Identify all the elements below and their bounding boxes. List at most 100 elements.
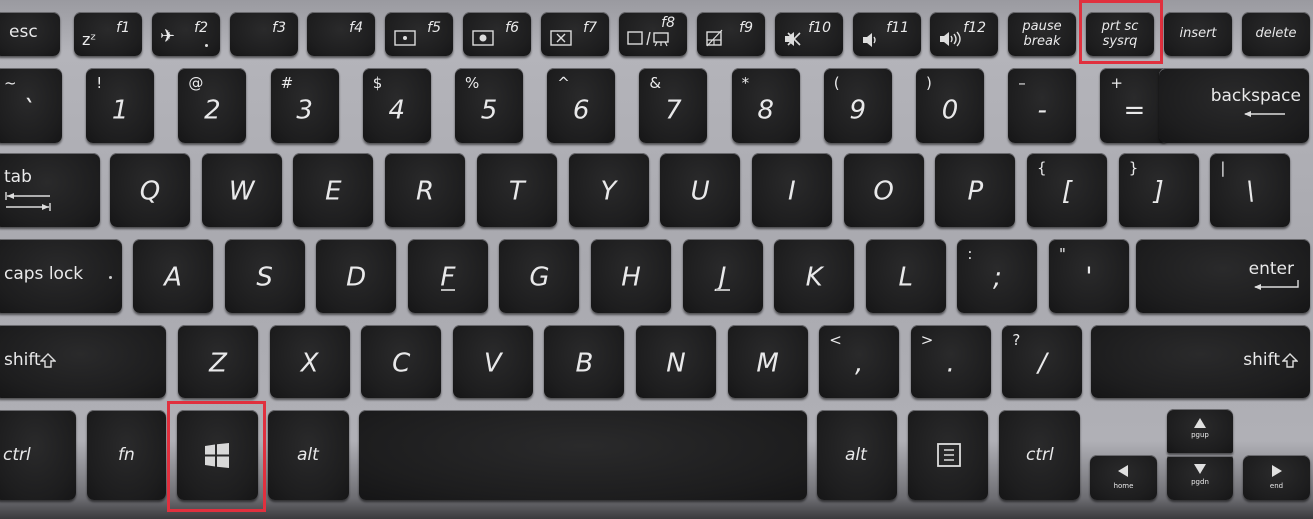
key-alt-left[interactable]: alt [268,410,349,500]
key-space[interactable] [359,410,807,500]
key-arrow-up-pgup[interactable]: pgup [1167,409,1233,453]
key-z[interactable]: Z [178,325,258,398]
key-symbol[interactable]: ' " [1049,239,1129,313]
key-1[interactable]: 1! [86,68,155,143]
key-label: pause [1022,19,1062,34]
key-f4[interactable]: f4 [307,12,375,56]
key-alt-right[interactable]: alt [817,410,897,500]
key-label: alt [845,445,867,465]
key-main-label: Z [209,348,227,378]
key-x[interactable]: X [269,325,350,398]
indicator-dot [205,44,208,47]
key-arrow-left-home[interactable]: home [1090,455,1157,500]
key-m[interactable]: M [727,325,808,398]
key-p[interactable]: P [935,153,1016,227]
key-k[interactable]: K [774,239,855,313]
key-f12[interactable]: f12 [930,12,998,56]
key-a[interactable]: A [133,239,213,313]
key-f9[interactable]: f9 [697,12,765,56]
key-ctrl-right[interactable]: ctrl [999,410,1080,500]
key-esc[interactable]: esc [0,12,60,56]
key-9[interactable]: 9( [823,68,892,143]
key-symbol[interactable]: /? [1002,325,1083,398]
key-main-label: O [873,176,894,207]
key-tab[interactable]: tab [0,153,100,227]
key-3[interactable]: 3 # [270,68,339,143]
key-f7[interactable]: f7 [541,12,609,56]
fn-label: f3 [272,20,286,36]
key-fn[interactable]: fn [87,410,166,500]
key-5[interactable]: 5% [455,68,523,143]
key-f[interactable]: F [407,239,488,313]
key-label: end [1269,482,1284,490]
key-symbol[interactable]: ]} [1118,153,1199,227]
key-symbol[interactable]: ` ~ [0,68,62,143]
key-print-screen[interactable]: prt sc sysrq [1086,12,1154,56]
key-label: insert [1179,26,1217,41]
key-o[interactable]: O [843,153,924,227]
key-f2[interactable]: ✈ f2 [152,12,220,56]
key-y[interactable]: Y [568,153,649,227]
key-arrow-right-end[interactable]: end [1243,455,1310,500]
key-j[interactable]: J [682,239,763,313]
key-symbol[interactable]: . > [910,325,991,398]
key-2[interactable]: 2 @ [178,68,247,143]
key-c[interactable]: C [361,325,442,398]
shift-arrow-icon [40,353,56,368]
key-f5[interactable]: f5 [385,12,453,56]
key-ctrl-left[interactable]: ctrl [0,410,76,500]
key-pause-break[interactable]: pause break [1008,12,1076,56]
key-delete[interactable]: delete [1242,12,1310,56]
key-b[interactable]: B [544,325,625,398]
arrow-up-icon [1194,418,1206,428]
key-i[interactable]: I [751,153,832,227]
key-6[interactable]: 6 ^ [547,68,616,143]
fn-label: f8 [661,15,675,31]
key-f11[interactable]: f11 [853,12,921,56]
key-n[interactable]: N [636,325,716,398]
key-symbol[interactable]: , < [819,325,900,398]
key-main-label: F [440,262,456,293]
key-7[interactable]: 7 & [639,68,708,143]
key-arrow-down-pgdn[interactable]: pgdn [1167,456,1233,500]
key-u[interactable]: U [660,153,741,227]
key-w[interactable]: W [201,153,282,227]
key-f6[interactable]: f6 [463,12,531,56]
key-8[interactable]: 8 * [731,68,800,143]
key-4[interactable]: 4 $ [362,68,431,143]
key-shift-left[interactable]: shift [0,325,166,398]
key-g[interactable]: G [499,239,580,313]
key-f3[interactable]: f3 [230,12,298,56]
key-f8[interactable]: f8 [619,12,687,56]
key-s[interactable]: S [224,239,305,313]
key-v[interactable]: V [452,325,533,398]
key-windows[interactable] [177,410,258,500]
key-symbol[interactable]: \ | [1210,153,1291,227]
key-symbol[interactable]: [{ [1027,153,1107,227]
key-menu[interactable] [908,410,988,500]
key-shift-right[interactable]: shift [1091,325,1310,398]
key-f1[interactable]: zᶻ f1 [74,12,142,56]
key-main-label: ; [993,262,1002,293]
key-t[interactable]: T [476,153,557,227]
key-main-label: / [1038,348,1047,378]
key-main-label: 8 [757,95,774,126]
key-e[interactable]: E [293,153,374,227]
key-insert[interactable]: insert [1164,12,1232,56]
key-label: break [1023,34,1061,49]
key-q[interactable]: Q [110,153,190,227]
key-enter[interactable]: enter [1136,239,1310,313]
key-symbol[interactable]: - – [1008,68,1077,143]
key-h[interactable]: H [591,239,671,313]
key-f10[interactable]: f10 [775,12,843,56]
key-backspace[interactable]: backspace [1159,68,1309,143]
key-r[interactable]: R [385,153,466,227]
key-main-label: Q [139,176,161,207]
key-shift-label: * [741,74,750,92]
key-l[interactable]: L [865,239,946,313]
key-main-label: C [392,348,411,378]
key-caps-lock[interactable]: caps lock [0,239,122,313]
key-0[interactable]: 0) [916,68,984,143]
key-d[interactable]: D [316,239,397,313]
key-symbol[interactable]: ;: [957,239,1038,313]
